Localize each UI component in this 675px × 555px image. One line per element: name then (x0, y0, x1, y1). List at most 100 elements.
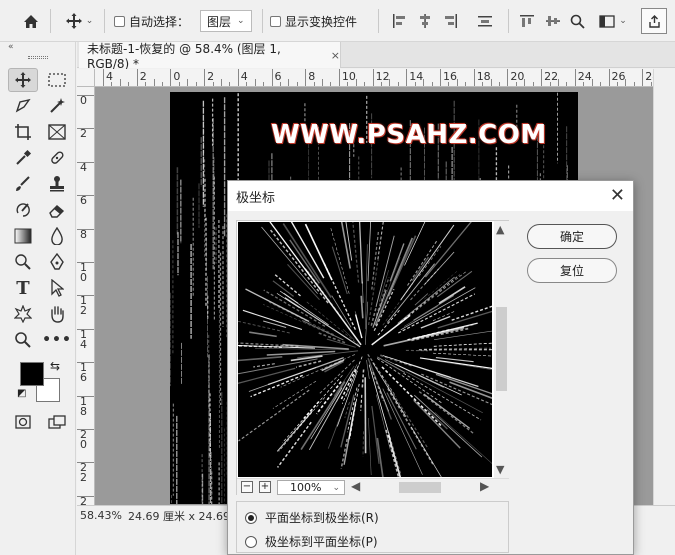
eyedropper-tool-icon[interactable] (8, 146, 38, 170)
ruler-minor-tick (153, 79, 155, 86)
screen-mode-icon[interactable] (42, 410, 72, 434)
collapse-icon[interactable]: « (8, 42, 14, 52)
burst-ray (354, 311, 360, 329)
burst-ray (338, 206, 351, 269)
more-tools-icon[interactable]: ••• (42, 328, 72, 352)
quick-mask-icon[interactable] (8, 410, 38, 434)
horizontal-scroll-thumb[interactable] (399, 482, 441, 493)
reset-button[interactable]: 复位 (527, 258, 617, 283)
burst-ray (424, 347, 491, 350)
burst-ray (368, 364, 391, 440)
auto-select-target-dropdown[interactable]: 图层 ⌄ (200, 10, 252, 32)
filter-preview[interactable] (203, 187, 543, 529)
canvas-vertical-scrollbar[interactable] (653, 69, 675, 505)
burst-ray (420, 315, 451, 329)
foreground-color-swatch[interactable] (20, 362, 44, 386)
scroll-thumb[interactable] (496, 307, 507, 391)
align-middle-icon[interactable] (544, 0, 562, 42)
type-tool-icon[interactable]: T (8, 276, 38, 300)
scroll-down-icon[interactable]: ▼ (496, 463, 504, 476)
burst-ray (366, 359, 370, 379)
burst-ray (276, 293, 300, 309)
workspace-icon[interactable]: ⌄ (596, 0, 630, 42)
polar-to-rect-label: 极坐标到平面坐标(P) (265, 535, 378, 549)
document-tab-bar: 未标题-1-恢复的 @ 58.4% (图层 1, RGB/8) * × (77, 42, 675, 71)
crop-tool-icon[interactable] (8, 120, 38, 144)
eraser-tool-icon[interactable] (42, 198, 72, 222)
document-tab[interactable]: 未标题-1-恢复的 @ 58.4% (图层 1, RGB/8) * × (79, 42, 341, 71)
ruler-label: 2 (207, 70, 215, 83)
burst-ray (403, 372, 482, 421)
zoom-level[interactable]: 58.43% (80, 509, 128, 522)
ok-button[interactable]: 确定 (527, 224, 617, 249)
align-right-icon[interactable] (442, 0, 460, 42)
move-tool-icon[interactable] (8, 68, 38, 92)
burst-ray (424, 251, 455, 285)
home-icon[interactable] (20, 0, 42, 42)
chevron-down-icon: ⌄ (85, 16, 94, 26)
path-selection-tool-icon[interactable] (42, 276, 72, 300)
ruler-label: 2 2 (80, 461, 87, 485)
swap-colors-icon[interactable]: ⇆ (50, 359, 60, 373)
align-top-icon[interactable] (518, 0, 536, 42)
scroll-right-icon[interactable]: ▶ (480, 479, 489, 493)
move-tool-preset-icon[interactable]: ⌄ (62, 0, 96, 42)
share-button[interactable] (641, 8, 667, 34)
ruler-minor-tick (220, 79, 222, 86)
pen-tool-icon[interactable] (42, 250, 72, 274)
polar-burst-preview-image (203, 187, 543, 529)
scroll-up-icon[interactable]: ▲ (496, 223, 504, 236)
burst-ray (272, 280, 294, 297)
burst-ray (437, 303, 517, 329)
preview-vertical-scrollbar[interactable]: ▲ ▼ (494, 221, 509, 478)
zoom-in-button[interactable]: + (259, 481, 271, 493)
distribute-icon[interactable] (476, 0, 494, 42)
burst-ray (414, 394, 483, 458)
lasso-tool-icon[interactable] (8, 94, 38, 118)
separator (378, 9, 379, 33)
dodge-tool-icon[interactable] (8, 250, 38, 274)
zoom-out-button[interactable]: − (241, 481, 253, 493)
zoom-tool-icon[interactable] (8, 328, 38, 352)
shape-tool-icon[interactable] (8, 302, 38, 326)
ruler-label: 18 (476, 70, 491, 83)
history-brush-tool-icon[interactable] (8, 198, 38, 222)
ruler-tick (574, 69, 576, 86)
ruler-tick (170, 69, 172, 86)
magic-wand-tool-icon[interactable] (42, 94, 72, 118)
burst-ray (360, 394, 363, 411)
close-icon[interactable]: ✕ (610, 185, 625, 206)
healing-brush-tool-icon[interactable] (42, 146, 72, 170)
burst-ray (376, 437, 391, 529)
gradient-tool-icon[interactable] (8, 224, 38, 248)
rect-to-polar-option[interactable]: 平面坐标到极坐标(R) (245, 509, 379, 526)
default-colors-icon[interactable]: ◩ (17, 388, 26, 399)
search-icon[interactable] (568, 0, 586, 42)
hand-tool-icon[interactable] (42, 302, 72, 326)
rect-to-polar-label: 平面坐标到极坐标(R) (265, 511, 379, 525)
auto-select-checkbox[interactable]: 自动选择： (114, 0, 189, 42)
stamp-tool-icon[interactable] (42, 172, 72, 196)
align-center-icon[interactable] (416, 0, 434, 42)
align-left-icon[interactable] (390, 0, 408, 42)
ruler-label: 1 8 (80, 394, 87, 418)
brush-tool-icon[interactable] (8, 172, 38, 196)
preview-zoom-select[interactable]: 100% ⌄ (277, 480, 345, 495)
rect-to-polar-radio[interactable] (245, 511, 257, 524)
toolbox-grip[interactable] (28, 56, 48, 59)
polar-coordinates-dialog: 极坐标 ✕ ▲ ▼ − + 100% ⌄ ◀ ▶ 确定 复位 平面坐标到极坐标(… (203, 180, 634, 555)
separator (104, 9, 105, 33)
marquee-tool-icon[interactable] (42, 68, 72, 92)
blur-tool-icon[interactable] (42, 224, 72, 248)
ruler-label: 2 (80, 127, 87, 141)
scroll-left-icon[interactable]: ◀ (351, 479, 360, 493)
show-transform-label: 显示变换控件 (285, 14, 358, 29)
frame-tool-icon[interactable] (42, 120, 72, 144)
burst-ray (379, 257, 401, 311)
show-transform-checkbox[interactable]: 显示变换控件 (270, 0, 357, 42)
polar-to-rect-option[interactable]: 极坐标到平面坐标(P) (245, 533, 378, 550)
polar-to-rect-radio[interactable] (245, 535, 257, 548)
close-tab-icon[interactable]: × (331, 49, 340, 62)
burst-ray (326, 338, 356, 348)
ruler-minor-tick (288, 79, 290, 86)
